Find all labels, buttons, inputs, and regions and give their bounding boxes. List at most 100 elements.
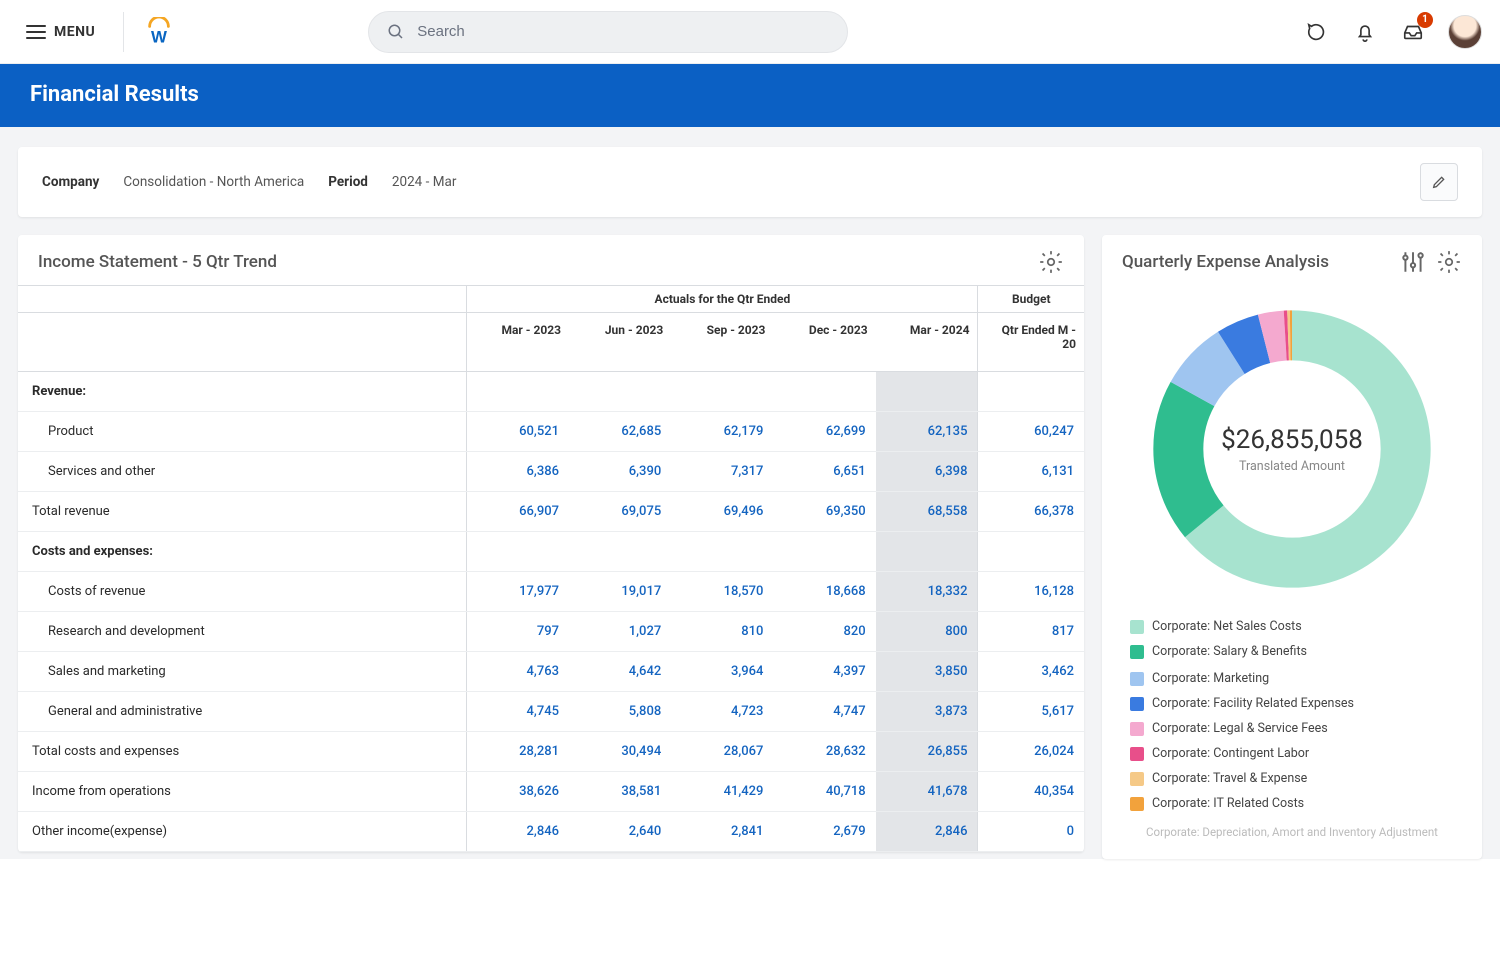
col-header[interactable]: Mar - 2024 (876, 313, 978, 372)
cell-value[interactable]: 6,131 (978, 452, 1084, 492)
search-input[interactable] (415, 22, 829, 41)
gear-icon[interactable] (1038, 249, 1064, 275)
cell-value[interactable]: 2,846 (876, 812, 978, 852)
cell-value[interactable]: 810 (671, 612, 773, 652)
cell-value[interactable]: 30,494 (569, 732, 671, 772)
legend-item[interactable]: Corporate: Marketing (1130, 671, 1269, 686)
cell-value[interactable]: 3,964 (671, 652, 773, 692)
actuals-group-header: Actuals for the Qtr Ended (467, 286, 978, 313)
cell-value[interactable]: 69,496 (671, 492, 773, 532)
col-header[interactable]: Jun - 2023 (569, 313, 671, 372)
menu-button[interactable]: MENU (18, 18, 103, 46)
table-row: Total costs and expenses28,28130,49428,0… (18, 732, 1084, 772)
legend-item[interactable]: Corporate: Net Sales Costs (1130, 619, 1302, 634)
row-label: Sales and marketing (18, 652, 467, 692)
cell-value[interactable]: 17,977 (467, 572, 569, 612)
cell-value[interactable]: 2,841 (671, 812, 773, 852)
cell-value[interactable]: 41,429 (671, 772, 773, 812)
row-label: Total costs and expenses (18, 732, 467, 772)
cell-value[interactable]: 68,558 (876, 492, 978, 532)
legend-swatch (1130, 645, 1144, 659)
cell-value[interactable]: 4,397 (773, 652, 875, 692)
legend-item[interactable]: Corporate: Travel & Expense (1130, 771, 1307, 786)
cell-value[interactable]: 800 (876, 612, 978, 652)
cell-value[interactable]: 18,570 (671, 572, 773, 612)
cell-value[interactable]: 0 (978, 812, 1084, 852)
legend-item[interactable]: Corporate: Legal & Service Fees (1130, 721, 1328, 736)
cell-value[interactable]: 62,135 (876, 412, 978, 452)
edit-filters-button[interactable] (1420, 163, 1458, 201)
legend-item[interactable]: Corporate: Salary & Benefits (1130, 644, 1307, 659)
cell-value[interactable]: 4,763 (467, 652, 569, 692)
page-title: Financial Results (0, 64, 1500, 127)
cell-value[interactable]: 797 (467, 612, 569, 652)
search-box[interactable] (368, 11, 848, 53)
cell-value[interactable]: 60,247 (978, 412, 1084, 452)
top-bar: MENU W 1 (0, 0, 1500, 64)
cell-value[interactable]: 60,521 (467, 412, 569, 452)
cell-value[interactable]: 5,808 (569, 692, 671, 732)
legend-label: Corporate: Legal & Service Fees (1152, 721, 1328, 736)
col-header[interactable]: Sep - 2023 (671, 313, 773, 372)
cell-value[interactable]: 7,317 (671, 452, 773, 492)
cell-value[interactable]: 6,386 (467, 452, 569, 492)
cell-value[interactable]: 40,354 (978, 772, 1084, 812)
donut-chart[interactable]: $26,855,058 Translated Amount (1142, 299, 1442, 599)
sliders-icon[interactable] (1400, 249, 1426, 275)
cell-value[interactable]: 38,626 (467, 772, 569, 812)
cell-value[interactable]: 38,581 (569, 772, 671, 812)
cell-value[interactable]: 26,024 (978, 732, 1084, 772)
legend-item[interactable]: Corporate: IT Related Costs (1130, 796, 1304, 811)
cell-value[interactable]: 817 (978, 612, 1084, 652)
cell-value[interactable]: 69,075 (569, 492, 671, 532)
cell-value[interactable]: 820 (773, 612, 875, 652)
cell-value[interactable]: 40,718 (773, 772, 875, 812)
cell-value[interactable]: 69,350 (773, 492, 875, 532)
cell-value[interactable]: 18,332 (876, 572, 978, 612)
cell-value[interactable]: 26,855 (876, 732, 978, 772)
legend-item[interactable]: Corporate: Facility Related Expenses (1130, 696, 1354, 711)
cell-value[interactable]: 6,651 (773, 452, 875, 492)
cell-value[interactable]: 3,873 (876, 692, 978, 732)
cell-value[interactable]: 4,745 (467, 692, 569, 732)
cell-value[interactable]: 18,668 (773, 572, 875, 612)
cell-value[interactable]: 28,281 (467, 732, 569, 772)
cell-value[interactable]: 28,632 (773, 732, 875, 772)
cell-value[interactable]: 66,907 (467, 492, 569, 532)
cell-value[interactable]: 62,685 (569, 412, 671, 452)
cell-value[interactable]: 2,846 (467, 812, 569, 852)
gear-icon[interactable] (1436, 249, 1462, 275)
cell-value[interactable]: 2,679 (773, 812, 875, 852)
cell-value[interactable]: 41,678 (876, 772, 978, 812)
chat-icon[interactable] (1304, 19, 1330, 45)
cell-value[interactable]: 6,398 (876, 452, 978, 492)
cell-value[interactable]: 16,128 (978, 572, 1084, 612)
cell-value[interactable]: 62,699 (773, 412, 875, 452)
cell-value[interactable]: 3,462 (978, 652, 1084, 692)
search-icon (387, 23, 405, 41)
cell-value[interactable]: 19,017 (569, 572, 671, 612)
cell-value[interactable]: 4,642 (569, 652, 671, 692)
cell-value[interactable]: 2,640 (569, 812, 671, 852)
cell-value (671, 372, 773, 412)
cell-value[interactable]: 4,723 (671, 692, 773, 732)
cell-value[interactable]: 4,747 (773, 692, 875, 732)
cell-value (671, 532, 773, 572)
cell-value[interactable]: 3,850 (876, 652, 978, 692)
avatar[interactable] (1448, 15, 1482, 49)
cell-value (876, 372, 978, 412)
bell-icon[interactable] (1352, 19, 1378, 45)
cell-value[interactable]: 28,067 (671, 732, 773, 772)
cell-value[interactable]: 1,027 (569, 612, 671, 652)
cell-value[interactable]: 62,179 (671, 412, 773, 452)
legend-item[interactable]: Corporate: Contingent Labor (1130, 746, 1309, 761)
col-header-budget[interactable]: Qtr Ended M - 20 (978, 313, 1084, 372)
col-header[interactable]: Mar - 2023 (467, 313, 569, 372)
col-header[interactable]: Dec - 2023 (773, 313, 875, 372)
cell-value (978, 372, 1084, 412)
workday-logo[interactable]: W (144, 17, 174, 47)
cell-value[interactable]: 6,390 (569, 452, 671, 492)
inbox-icon[interactable]: 1 (1400, 19, 1426, 45)
cell-value[interactable]: 66,378 (978, 492, 1084, 532)
cell-value[interactable]: 5,617 (978, 692, 1084, 732)
